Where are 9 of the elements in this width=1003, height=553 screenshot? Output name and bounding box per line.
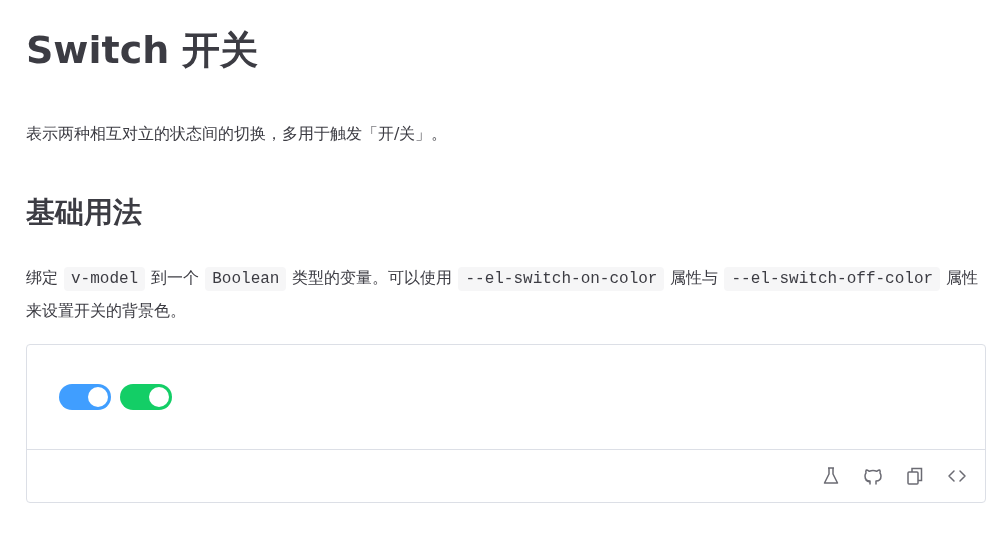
section-heading: 基础用法: [26, 194, 143, 231]
intro-text: 表示两种相互对立的状态间的切换，多用于触发「开/关」。: [26, 123, 449, 145]
toggle-switch[interactable]: [120, 384, 172, 410]
copy-icon[interactable]: [905, 466, 925, 486]
toggle-switch[interactable]: [59, 384, 111, 410]
page-title: Switch 开关: [26, 27, 260, 74]
cat-icon[interactable]: [863, 466, 883, 486]
flask-icon[interactable]: [821, 466, 841, 486]
description-text: 绑定 v-model 到一个 Boolean 类型的变量。可以使用 --el-switch-on-color 属性与 --el-switch-off-color 属性来设置开关的背景色。: [26, 266, 980, 322]
